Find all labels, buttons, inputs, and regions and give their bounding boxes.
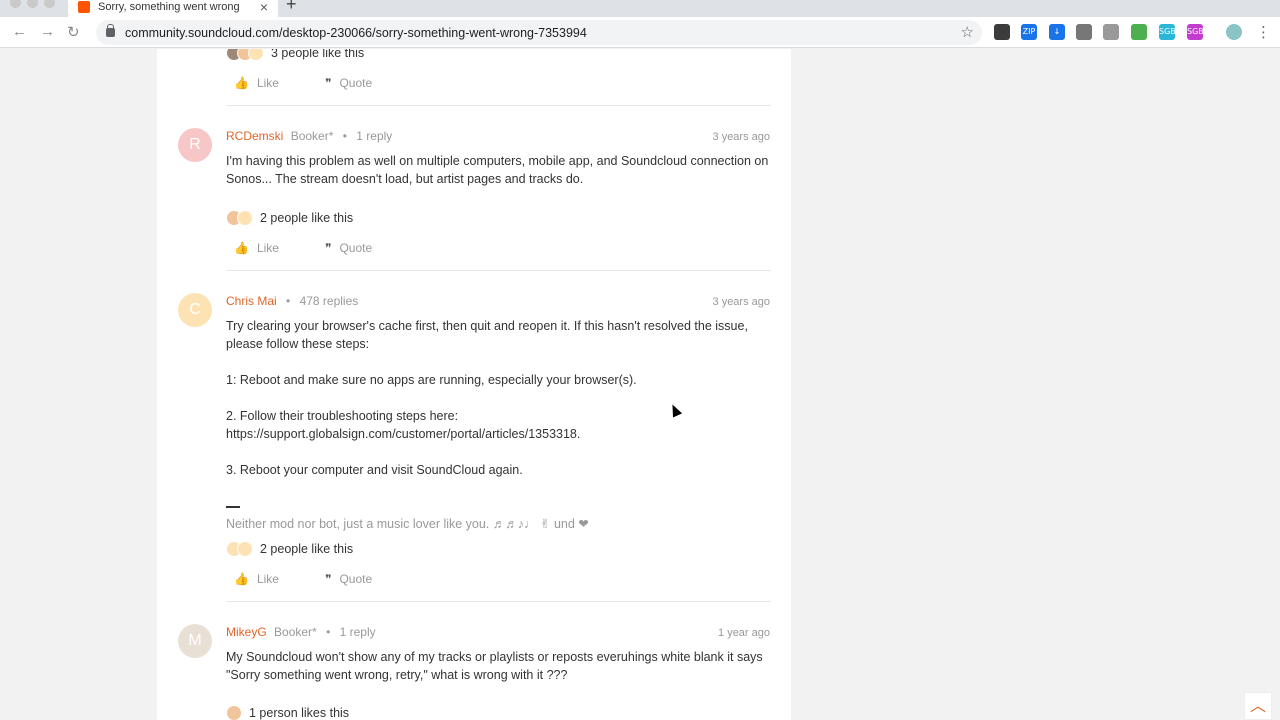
green-extension-icon[interactable] (1131, 24, 1147, 40)
post-divider (226, 601, 771, 602)
post-divider (226, 270, 771, 271)
post-body: I'm having this problem as well on multi… (226, 154, 769, 186)
post-paragraph: Try clearing your browser's cache first,… (226, 319, 748, 351)
sgb2-extension-icon[interactable]: SGB (1187, 24, 1204, 40)
lock-icon (106, 24, 115, 37)
likes-row[interactable]: 1 person likes this (226, 705, 349, 720)
post-actions: 👍 Like ❞ Quote (234, 76, 418, 90)
like-label: Like (256, 76, 279, 90)
back-button[interactable]: ← (12, 23, 27, 40)
post-body: My Soundcloud won't show any of my track… (226, 650, 763, 682)
quote-icon: ❞ (324, 572, 332, 586)
likes-row[interactable]: 2 people like this (226, 541, 353, 557)
quote-label: Quote (339, 241, 373, 255)
new-tab-button[interactable]: + (286, 0, 297, 15)
post-paragraph: 1: Reboot and make sure no apps are runn… (226, 373, 637, 387)
window-controls[interactable] (10, 0, 61, 13)
quote-button[interactable]: ❞ Quote (325, 241, 372, 255)
page-content[interactable]: 3 people like this 👍 Like ❞ Quote R RCDems… (0, 49, 1280, 720)
quote-label: Quote (339, 572, 373, 586)
liker-avatar (248, 49, 264, 61)
thumb-icon: 👍 (234, 76, 249, 90)
likes-text: 3 people like this (271, 49, 365, 60)
reply-count: 478 replies (299, 294, 359, 308)
author-link[interactable]: RCDemski (226, 129, 283, 143)
tab-strip: Sorry, something went wrong × + (0, 0, 1280, 17)
tab-close-icon[interactable]: × (260, 0, 268, 15)
avatar[interactable]: M (178, 624, 212, 658)
browser-toolbar: ← → ↻ community.soundcloud.com/desktop-2… (0, 17, 1280, 48)
reload-button[interactable]: ↻ (67, 23, 80, 41)
address-bar[interactable]: community.soundcloud.com/desktop-230066/… (96, 20, 982, 45)
liker-avatar (237, 541, 253, 557)
author-link[interactable]: Chris Mai (226, 294, 277, 308)
zip-extension-icon[interactable]: ZIP (1021, 24, 1037, 40)
like-label: Like (256, 572, 279, 586)
liker-avatar (237, 210, 253, 226)
likes-text: 2 people like this (260, 211, 354, 225)
avatar[interactable]: C (178, 293, 212, 327)
reply-count: 1 reply (339, 625, 376, 639)
link-extension-icon[interactable] (994, 24, 1010, 40)
like-label: Like (256, 241, 279, 255)
signature-divider (226, 497, 771, 515)
soundcloud-favicon-icon (78, 0, 90, 13)
quote-button[interactable]: ❞ Quote (325, 572, 372, 586)
bookmark-star-icon[interactable]: ☆ (961, 23, 974, 41)
post-meta: RCDemski Booker* • 1 reply (226, 129, 393, 143)
thumb-icon: 👍 (234, 572, 249, 586)
author-role: Booker* (290, 129, 334, 143)
profile-avatar-icon[interactable] (1226, 24, 1242, 40)
reply-count: 1 reply (356, 129, 393, 143)
sgb-extension-icon[interactable]: SGB (1159, 24, 1176, 40)
liker-avatar (226, 705, 242, 720)
quote-button[interactable]: ❞ Quote (325, 76, 372, 90)
author-link[interactable]: MikeyG (226, 625, 267, 639)
thread-card: 3 people like this 👍 Like ❞ Quote R RCDems… (157, 49, 791, 720)
signature-text: Neither mod nor bot, just a music lover … (226, 517, 589, 531)
camera-extension-icon[interactable] (1076, 24, 1092, 40)
post-body: Try clearing your browser's cache first,… (226, 317, 771, 533)
author-role: Booker* (274, 625, 317, 639)
likes-text: 2 people like this (260, 542, 354, 556)
like-button[interactable]: 👍 Like (234, 572, 279, 586)
browser-menu-icon[interactable]: ⋮ (1256, 23, 1271, 41)
post-paragraph: 2. Follow their troubleshooting steps he… (226, 409, 459, 423)
quote-icon: ❞ (324, 241, 332, 255)
download-extension-icon[interactable]: ↓ (1049, 24, 1065, 40)
browser-tab[interactable]: Sorry, something went wrong × (68, 0, 278, 17)
forward-button[interactable]: → (40, 23, 55, 40)
tab-title: Sorry, something went wrong (98, 0, 240, 13)
quote-label: Quote (339, 76, 373, 90)
url-text[interactable]: community.soundcloud.com/desktop-230066/… (125, 26, 587, 40)
support-link[interactable]: https://support.globalsign.com/customer/… (226, 425, 771, 443)
post-time: 3 years ago (712, 296, 770, 308)
avatar[interactable]: R (178, 128, 212, 162)
thumb-icon: 👍 (234, 241, 249, 255)
post-actions: 👍 Like ❞ Quote (234, 572, 418, 586)
post-paragraph: 3. Reboot your computer and visit SoundC… (226, 463, 523, 477)
post-meta: MikeyG Booker* • 1 reply (226, 625, 376, 639)
like-button[interactable]: 👍 Like (234, 76, 279, 90)
likes-row[interactable]: 2 people like this (226, 210, 353, 226)
post-time: 3 years ago (712, 131, 770, 143)
likes-text: 1 person likes this (249, 706, 350, 720)
file-extension-icon[interactable] (1103, 24, 1119, 40)
post-meta: Chris Mai • 478 replies (226, 294, 359, 308)
scroll-to-top-button[interactable]: ︿ (1244, 692, 1272, 720)
post-time: 1 year ago (718, 627, 770, 639)
quote-icon: ❞ (324, 76, 332, 90)
post-divider (226, 105, 771, 106)
likes-row[interactable]: 3 people like this (226, 49, 364, 61)
post-actions: 👍 Like ❞ Quote (234, 241, 418, 255)
like-button[interactable]: 👍 Like (234, 241, 279, 255)
